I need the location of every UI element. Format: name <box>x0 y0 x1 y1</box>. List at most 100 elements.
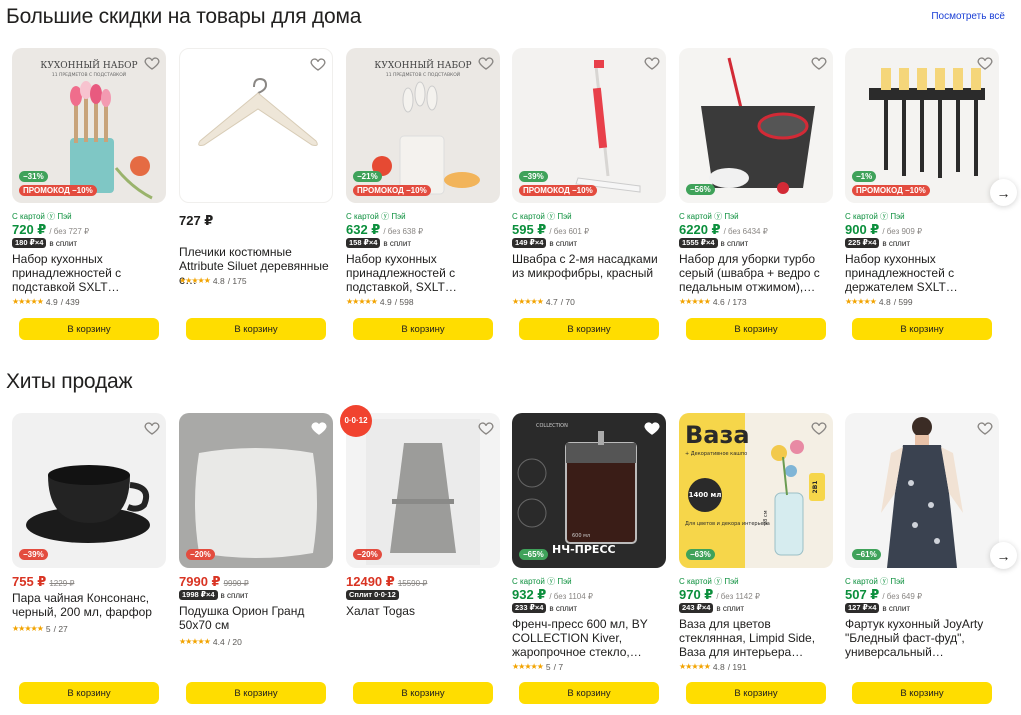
volume-label: 600 мл <box>572 533 590 539</box>
rating-value: 5 <box>545 661 551 672</box>
product-card[interactable]: −39% ПРОМОКОД −10% С картой ⓨ Пэй 595 ₽ … <box>512 48 666 340</box>
stars-icon: ★★★★★ <box>679 662 711 671</box>
product-image[interactable]: −39% <box>12 413 166 568</box>
reviews-count: / 191 <box>727 661 747 672</box>
overlay-subtitle: COLLECTION <box>536 423 568 429</box>
product-image[interactable]: −20% <box>179 413 333 568</box>
product-name[interactable]: Набор кухонных принадлежностей с подстав… <box>12 252 166 294</box>
pay-label: С картой ⓨ Пэй <box>346 212 406 221</box>
next-arrow-button[interactable]: → <box>990 179 1017 206</box>
heart-icon[interactable] <box>477 419 495 437</box>
product-name[interactable]: Халат Togas <box>346 604 500 634</box>
product-image[interactable]: −61% <box>845 413 999 568</box>
rating: ★★★★★ 5 / 7 <box>512 661 666 672</box>
stars-icon: ★★★★★ <box>845 297 877 306</box>
product-image[interactable]: −1% ПРОМОКОД −10% <box>845 48 999 203</box>
heart-icon[interactable] <box>976 419 994 437</box>
heart-icon[interactable] <box>810 419 828 437</box>
add-to-cart-button[interactable]: В корзину <box>19 318 159 340</box>
pay-label: С картой ⓨ Пэй <box>512 212 572 221</box>
product-card[interactable]: КУХОННЫЙ НАБОР 11 ПРЕДМЕТОВ С ПОДСТАВКОЙ… <box>12 48 166 340</box>
add-to-cart-button[interactable]: В корзину <box>19 682 159 704</box>
price-row: 720 ₽ / без 727 ₽ <box>12 222 166 237</box>
discount-badge: −21% <box>353 171 382 182</box>
product-card[interactable]: КУХОННЫЙ НАБОР 11 ПРЕДМЕТОВ С ПОДСТАВКОЙ… <box>346 48 500 340</box>
product-image[interactable]: −20% 0·0·12 <box>340 405 500 568</box>
product-card[interactable]: COLLECTION 600 мл НЧ-ПРЕСС −65% С картой… <box>512 413 666 704</box>
product-card[interactable]: −20% 7990 ₽ 9990 ₽ 1998 ₽×4 в сплит Поду… <box>179 413 333 704</box>
product-card[interactable]: −61% С картой ⓨ Пэй 507 ₽ / без 649 ₽ 12… <box>845 413 999 704</box>
split-row <box>179 236 333 242</box>
stars-icon: ★★★★★ <box>12 624 44 633</box>
product-image[interactable]: −39% ПРОМОКОД −10% <box>512 48 666 203</box>
product-card[interactable]: −1% ПРОМОКОД −10% С картой ⓨ Пэй 900 ₽ /… <box>845 48 999 340</box>
add-to-cart-button[interactable]: В корзину <box>686 682 826 704</box>
rating-value: 5 <box>45 623 51 634</box>
add-to-cart-button[interactable]: В корзину <box>852 318 992 340</box>
product-card[interactable]: Ваза + Декоративное кашпо 1400 мл Для цв… <box>679 413 833 704</box>
heart-icon[interactable] <box>477 54 495 72</box>
pay-label: С картой ⓨ Пэй <box>845 577 905 586</box>
split-text: в сплит <box>716 603 744 613</box>
reviews-count: / 20 <box>227 636 242 647</box>
rating: ★★★★★ 4.7 / 70 <box>512 296 666 307</box>
product-image[interactable] <box>179 48 333 203</box>
rating-value: 4.4 <box>212 636 225 647</box>
discount-badge: −39% <box>19 549 48 560</box>
product-name[interactable]: Ваза для цветов стеклянная, Limpid Side,… <box>679 617 833 659</box>
split-text: в сплит <box>882 603 910 613</box>
split-text: в сплит <box>549 238 577 248</box>
add-to-cart-button[interactable]: В корзину <box>186 682 326 704</box>
add-to-cart-button[interactable]: В корзину <box>353 682 493 704</box>
heart-icon[interactable] <box>310 419 328 437</box>
price-row: 7990 ₽ 9990 ₽ <box>179 574 333 589</box>
reviews-count: / 175 <box>227 275 247 286</box>
split-row: 180 ₽×4 в сплит <box>12 237 166 249</box>
price: 507 ₽ <box>845 587 880 602</box>
add-to-cart-button[interactable]: В корзину <box>186 318 326 340</box>
heart-icon[interactable] <box>810 54 828 72</box>
heart-icon[interactable] <box>143 419 161 437</box>
price-row: 727 ₽ <box>179 213 333 235</box>
heart-icon[interactable] <box>643 419 661 437</box>
add-to-cart-button[interactable]: В корзину <box>852 682 992 704</box>
product-image[interactable]: КУХОННЫЙ НАБОР 11 ПРЕДМЕТОВ С ПОДСТАВКОЙ… <box>12 48 166 203</box>
product-name[interactable]: Пара чайная Консонанс, черный, 200 мл, ф… <box>12 591 166 621</box>
see-all-link[interactable]: Посмотреть всё <box>931 11 1005 22</box>
product-image[interactable]: КУХОННЫЙ НАБОР 11 ПРЕДМЕТОВ С ПОДСТАВКОЙ… <box>346 48 500 203</box>
product-name[interactable]: Френч-пресс 600 мл, BY COLLECTION Kiver,… <box>512 617 666 659</box>
product-name[interactable]: Швабра с 2-мя насадками из микрофибры, к… <box>512 252 666 294</box>
price: 12490 ₽ <box>346 574 395 589</box>
next-arrow-button[interactable]: → <box>990 542 1017 569</box>
product-image[interactable]: −56% <box>679 48 833 203</box>
add-to-cart-button[interactable]: В корзину <box>519 318 659 340</box>
product-card[interactable]: 727 ₽ Плечики костюмные Attribute Siluet… <box>179 48 333 340</box>
product-name[interactable]: Набор кухонных принадлежностей с держате… <box>845 252 999 294</box>
heart-icon[interactable] <box>976 54 994 72</box>
heart-icon[interactable] <box>143 54 161 72</box>
split-chip: 1998 ₽×4 <box>179 590 218 600</box>
product-name[interactable]: Набор кухонных принадлежностей с подстав… <box>346 252 500 294</box>
rating: ★★★★★ 4.9 / 598 <box>346 296 500 307</box>
product-name[interactable]: Фартук кухонный JoyArty "Бледный фаст-фу… <box>845 617 999 659</box>
rating-value: 4.8 <box>212 275 225 286</box>
product-name[interactable]: Подушка Орион Гранд 50x70 см <box>179 604 333 634</box>
split-chip: 1555 ₽×4 <box>679 238 718 248</box>
stars-icon: ★★★★★ <box>12 297 44 306</box>
heart-icon[interactable] <box>643 54 661 72</box>
product-card[interactable]: −39% 755 ₽ 1229 ₽ Пара чайная Консонанс,… <box>12 413 166 704</box>
discount-badge: −20% <box>353 549 382 560</box>
price-row: 900 ₽ / без 909 ₽ <box>845 222 999 237</box>
heart-icon[interactable] <box>309 55 327 73</box>
product-image[interactable]: COLLECTION 600 мл НЧ-ПРЕСС −65% <box>512 413 666 568</box>
product-card[interactable]: −20% 0·0·12 12490 ₽ 15590 ₽ Сплит 0·0·12… <box>340 405 500 704</box>
add-to-cart-button[interactable]: В корзину <box>686 318 826 340</box>
product-name[interactable]: Набор для уборки турбо серый (швабра + в… <box>679 252 833 294</box>
overlay-subtitle: 11 ПРЕДМЕТОВ С ПОДСТАВКОЙ <box>386 71 460 78</box>
add-to-cart-button[interactable]: В корзину <box>519 682 659 704</box>
add-to-cart-button[interactable]: В корзину <box>353 318 493 340</box>
product-card[interactable]: −56% С картой ⓨ Пэй 6220 ₽ / без 6434 ₽ … <box>679 48 833 340</box>
stars-icon: ★★★★★ <box>512 297 544 306</box>
product-image[interactable]: Ваза + Декоративное кашпо 1400 мл Для цв… <box>679 413 833 568</box>
split-chip: 127 ₽×4 <box>845 603 880 613</box>
